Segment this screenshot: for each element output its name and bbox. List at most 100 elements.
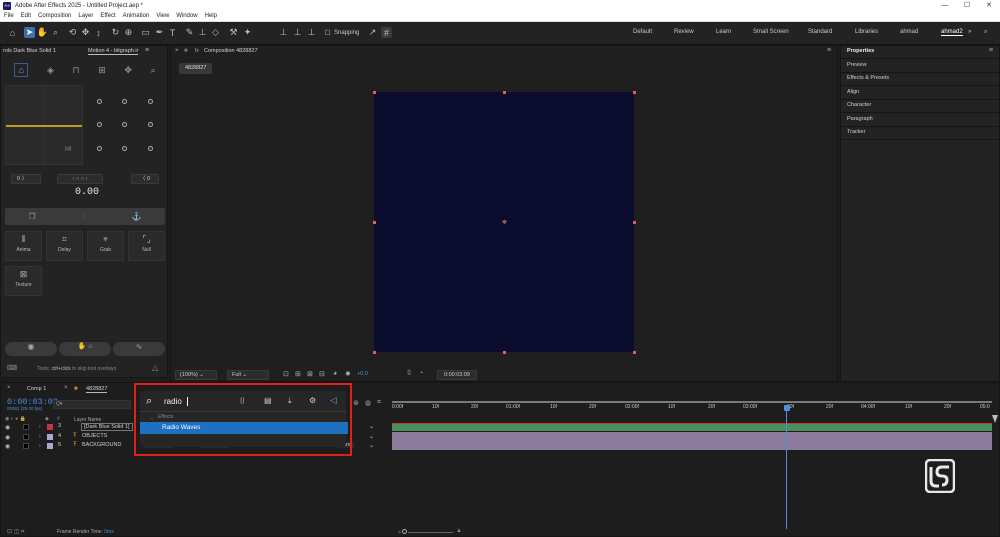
eye-button[interactable]: ◉: [5, 342, 57, 356]
pen-tool-icon[interactable]: ✒: [154, 27, 165, 38]
comp-sub-tab[interactable]: 4828827: [179, 63, 213, 74]
timeline-tab-comp1[interactable]: Comp 1: [27, 386, 46, 392]
layer-name[interactable]: BACKGROUND: [82, 442, 121, 448]
orbit-tool-icon[interactable]: ⟲: [67, 27, 78, 38]
selection-tool-icon[interactable]: ➤: [24, 27, 35, 38]
properties-title[interactable]: Properties: [847, 48, 874, 54]
mode-dropdown-arrow[interactable]: ⌄: [369, 442, 374, 449]
gear-icon[interactable]: ⚙: [309, 396, 316, 405]
footer-icons[interactable]: ⊡ ◫ ⌗: [7, 528, 24, 536]
exposure-icon[interactable]: ✹: [345, 370, 351, 378]
track-bar-layer-4[interactable]: [392, 432, 992, 441]
axis-view-icon[interactable]: ⊥: [306, 27, 317, 38]
workspace-standard[interactable]: Standard: [808, 29, 832, 35]
anchor-tool-icon[interactable]: ⊕: [123, 27, 134, 38]
axis-world-icon[interactable]: ⊥: [292, 27, 303, 38]
panel-character[interactable]: Character: [847, 102, 871, 108]
time-ruler[interactable]: 0:00f 10f 20f 01:00f 10f 20f 02:00f 10f …: [392, 404, 992, 414]
mode-dropdown-arrow[interactable]: ⌄: [369, 433, 374, 440]
workspace-small-screen[interactable]: Small Screen: [753, 29, 789, 35]
anchor-point-bl[interactable]: [97, 145, 103, 151]
handle-br[interactable]: [633, 351, 636, 354]
panel-align[interactable]: Align: [847, 89, 859, 95]
puppet-tool-icon[interactable]: ✦: [242, 27, 253, 38]
handle-mr[interactable]: [633, 221, 636, 224]
workspace-ahmad2[interactable]: ahmad2: [941, 29, 963, 36]
clone-tool-icon[interactable]: ⊥: [197, 27, 208, 38]
workspace-ahmad[interactable]: ahmad: [900, 29, 918, 35]
close-comp2-icon[interactable]: ×: [64, 385, 68, 391]
anchor-point-mr[interactable]: [147, 122, 153, 128]
maximize-button[interactable]: ☐: [956, 0, 978, 11]
value-stepper[interactable]: ‹ ○ ○ ›: [57, 174, 103, 184]
anchor-point-tr[interactable]: [147, 99, 153, 105]
visibility-eye-icon[interactable]: ◉: [5, 443, 10, 450]
zoom-out-icon[interactable]: ▵: [398, 528, 401, 535]
hand-tool-icon[interactable]: ✋: [37, 27, 48, 38]
texture-button[interactable]: ⊠ Texture: [5, 266, 42, 296]
menu-edit[interactable]: Edit: [21, 13, 31, 19]
dolly-tool-icon[interactable]: ↕: [93, 27, 104, 38]
menu-effect[interactable]: Effect: [100, 13, 115, 19]
layer-name[interactable]: [Dark Blue Solid 1]: [81, 423, 133, 431]
label-color-swatch[interactable]: [47, 434, 53, 440]
search-icon[interactable]: ⌕: [151, 65, 156, 76]
null-button[interactable]: ⌜⌟ Null: [128, 231, 165, 261]
label-color-swatch[interactable]: [47, 424, 53, 430]
align-icon[interactable]: ⫶: [83, 212, 85, 222]
workspace-review[interactable]: Review: [674, 29, 694, 35]
close-button[interactable]: ✕: [978, 0, 1000, 11]
snap-option-icon[interactable]: ↗: [367, 27, 378, 38]
anchor-point-mc[interactable]: [122, 122, 128, 128]
close-tab-icon[interactable]: ×: [175, 48, 179, 54]
playhead-line[interactable]: [786, 411, 787, 529]
quality-dropdown[interactable]: Full ⌄: [227, 370, 269, 380]
transparency-icon[interactable]: ⊞: [295, 370, 301, 378]
copy-icon[interactable]: ❐: [28, 212, 35, 221]
handle-tc[interactable]: [503, 91, 506, 94]
guides-icon[interactable]: ⊠: [307, 370, 313, 378]
left-tab-motion[interactable]: Motion 4 - bitgraph.ir: [88, 48, 139, 55]
timeline-search-input[interactable]: Q▾: [53, 400, 131, 409]
track-bar-layer-5[interactable]: [392, 441, 992, 450]
value-left-field[interactable]: 0 〉: [11, 174, 41, 184]
search-help-icon[interactable]: ⌕: [984, 29, 987, 36]
brush-tool-icon[interactable]: ✎: [184, 27, 195, 38]
zoom-slider[interactable]: [408, 532, 453, 533]
menu-file[interactable]: File: [4, 13, 14, 19]
menu-view[interactable]: View: [156, 13, 169, 19]
timeline-tab-4828827[interactable]: 4828827: [86, 386, 108, 393]
workspace-menu-icon[interactable]: »: [968, 29, 971, 35]
menu-composition[interactable]: Composition: [38, 13, 71, 19]
panel-menu-icon[interactable]: ≡: [145, 47, 149, 54]
axis-local-icon[interactable]: ⊥: [278, 27, 289, 38]
panel-effects-presets[interactable]: Effects & Presets: [847, 75, 889, 81]
workspace-libraries[interactable]: Libraries: [855, 29, 878, 35]
curve-button[interactable]: ∿: [113, 342, 165, 356]
graph-editor-icon[interactable]: ⌗: [377, 399, 381, 407]
move-icon[interactable]: ✥: [124, 65, 132, 76]
panel-preview[interactable]: Preview: [847, 62, 867, 68]
snap-grid-icon[interactable]: #: [381, 27, 392, 38]
handle-tl[interactable]: [373, 91, 376, 94]
warning-icon[interactable]: △: [152, 363, 158, 372]
track-bar-layer-3[interactable]: [392, 423, 992, 431]
panel-paragraph[interactable]: Paragraph: [847, 116, 873, 122]
solo-toggle[interactable]: [23, 424, 29, 430]
menu-animation[interactable]: Animation: [123, 13, 150, 19]
anchor-point-tl[interactable]: [97, 99, 103, 105]
region-icon[interactable]: ⊡: [283, 370, 289, 378]
anchor-point-br[interactable]: [147, 145, 153, 151]
mode-dropdown-arrow[interactable]: ⌄: [369, 423, 374, 430]
handle-ml[interactable]: [373, 221, 376, 224]
value-right-field[interactable]: 〈 0: [131, 174, 159, 184]
category-collapse-icon[interactable]: ⌄: [150, 415, 154, 421]
eraser-tool-icon[interactable]: ◇: [210, 27, 221, 38]
anchor-point-tc[interactable]: [122, 99, 128, 105]
exposure-value[interactable]: +0.0: [357, 371, 368, 377]
film-icon[interactable]: ▤: [264, 396, 272, 405]
grab-button[interactable]: ⌖ Grab: [87, 231, 124, 261]
motion-blur-icon[interactable]: ◍: [365, 399, 371, 407]
ease-graph[interactable]: [5, 85, 83, 165]
roto-tool-icon[interactable]: ⚒: [228, 27, 239, 38]
